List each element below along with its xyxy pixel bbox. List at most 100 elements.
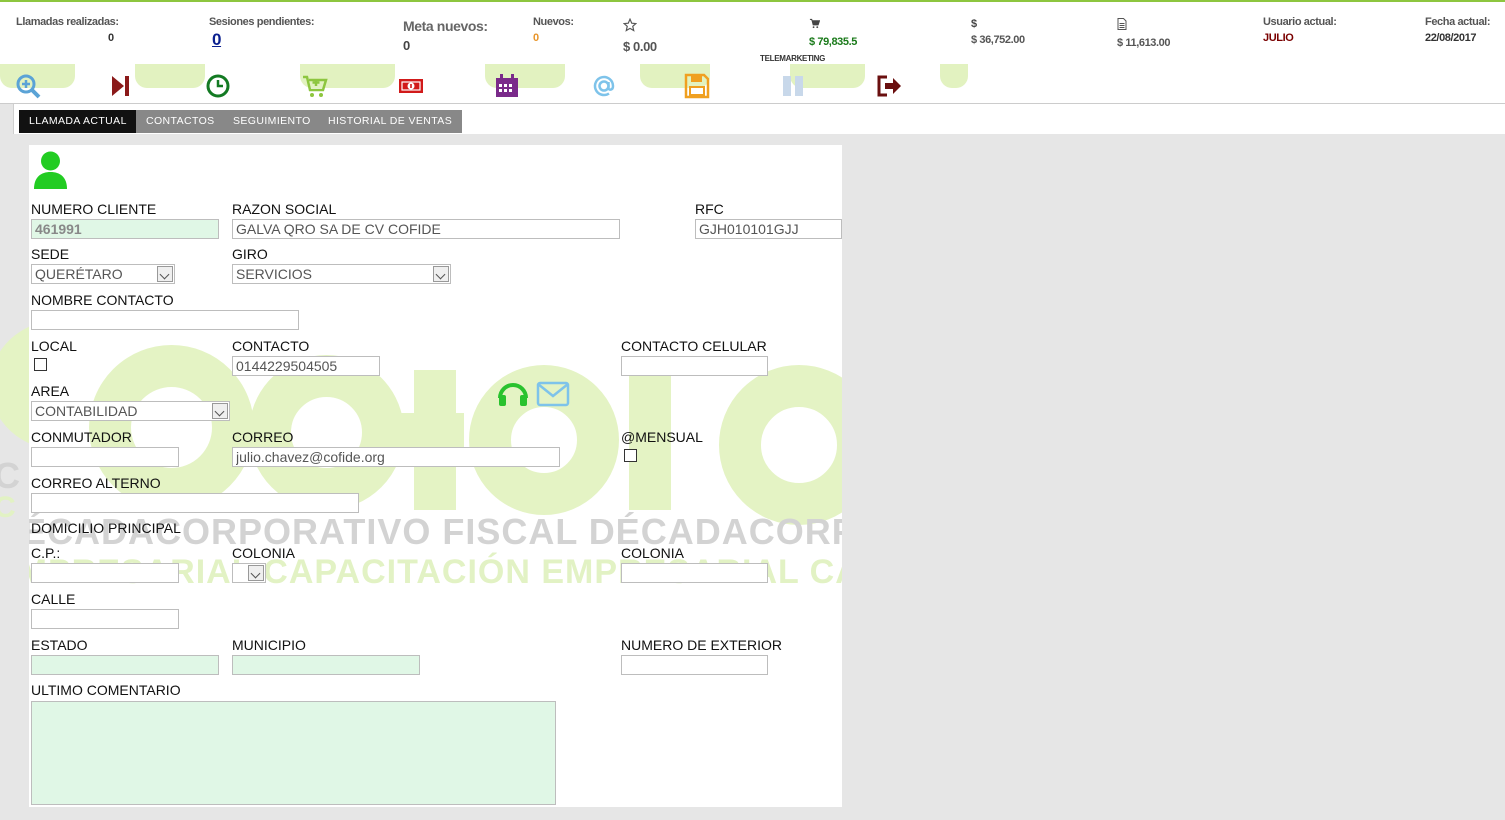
fecha-stat: Fecha actual: 22/08/2017	[1425, 16, 1491, 44]
llamadas-value: 0	[108, 32, 114, 44]
money-icon[interactable]	[398, 73, 424, 99]
doc-stat: $ 11,613.00	[1117, 18, 1171, 49]
area-label: AREA	[31, 383, 70, 399]
tab-historial-de-ventas[interactable]: HISTORIAL DE VENTAS	[318, 110, 463, 133]
ultimo-comentario-textarea[interactable]	[31, 701, 556, 805]
numero-cliente-label: NUMERO CLIENTE	[31, 201, 157, 217]
numero-cliente-field[interactable]	[31, 219, 219, 239]
estado-label: ESTADO	[31, 637, 88, 653]
meta-label: Meta nuevos:	[403, 18, 488, 34]
chevron-down-icon	[212, 403, 228, 419]
razon-social-field[interactable]	[232, 219, 620, 239]
contacto-celular-field[interactable]	[621, 356, 768, 376]
user-avatar-icon	[33, 149, 68, 189]
contacto-label: CONTACTO	[232, 338, 310, 354]
correo-field[interactable]	[232, 447, 560, 467]
skip-next-icon[interactable]	[107, 73, 133, 99]
dollar-icon: $	[971, 18, 977, 30]
llamadas-stat: Llamadas realizadas: 0	[16, 16, 119, 44]
colonia-alt-field[interactable]	[621, 563, 768, 583]
at-sign-icon[interactable]	[591, 73, 617, 99]
usuario-label: Usuario actual:	[1263, 16, 1337, 28]
area-selected-value: CONTABILIDAD	[35, 403, 138, 419]
estado-field[interactable]	[31, 655, 219, 675]
chevron-down-icon	[157, 266, 173, 282]
clock-icon[interactable]	[205, 73, 231, 99]
star-stat: $ 0.00	[622, 17, 657, 54]
razon-social-label: RAZON SOCIAL	[232, 201, 337, 217]
logout-icon[interactable]	[876, 73, 902, 99]
municipio-field[interactable]	[232, 655, 420, 675]
doc-value: $ 11,613.00	[1117, 37, 1171, 49]
watermark-letter	[384, 413, 464, 449]
giro-select[interactable]: SERVICIOS	[232, 264, 451, 284]
cart-stat: $ 79,835.5	[809, 18, 857, 48]
envelope-icon[interactable]	[536, 381, 570, 407]
ultimo-comentario-label: ULTIMO COMENTARIO	[31, 682, 181, 698]
nuevos-value: 0	[533, 32, 539, 44]
sede-selected-value: QUERÉTARO	[35, 266, 123, 282]
mensual-label: @MENSUAL	[621, 429, 703, 445]
watermark-fragment: C C	[0, 455, 20, 524]
sede-label: SEDE	[31, 246, 70, 262]
section-label: TELEMARKETING	[760, 54, 825, 63]
rfc-field[interactable]	[695, 219, 842, 239]
contacto-field[interactable]	[232, 356, 380, 376]
correo-label: CORREO	[232, 429, 294, 445]
area-select[interactable]: CONTABILIDAD	[31, 401, 230, 421]
usuario-stat: Usuario actual: JULIO	[1263, 16, 1337, 44]
mensual-checkbox[interactable]	[624, 449, 637, 462]
calendar-icon[interactable]	[494, 73, 520, 99]
correo-alterno-field[interactable]	[31, 493, 359, 513]
rfc-label: RFC	[695, 201, 724, 217]
watermark-letter	[719, 365, 842, 525]
add-cart-icon[interactable]	[302, 73, 328, 99]
dollar-stat: $ $ 36,752.00	[971, 18, 1025, 46]
tab-contactos[interactable]: CONTACTOS	[136, 110, 225, 133]
cp-field[interactable]	[31, 563, 179, 583]
save-icon[interactable]	[684, 73, 710, 99]
nombre-contacto-label: NOMBRE CONTACTO	[31, 292, 174, 308]
sede-select[interactable]: QUERÉTARO	[31, 264, 175, 284]
sesiones-stat: Sesiones pendientes: 0	[209, 16, 314, 50]
watermark-fragment	[0, 320, 29, 450]
search-zoom-icon[interactable]	[15, 73, 41, 99]
cart-icon	[809, 18, 857, 32]
star-icon	[622, 17, 657, 35]
meta-value: 0	[403, 38, 410, 53]
giro-label: GIRO	[232, 246, 268, 262]
domicilio-principal-label: DOMICILIO PRINCIPAL	[31, 520, 181, 536]
fecha-value: 22/08/2017	[1425, 32, 1477, 44]
conmutador-field[interactable]	[31, 447, 179, 467]
toolbar-watermark	[0, 64, 970, 88]
tab-strip: LLAMADA ACTUAL CONTACTOS SEGUIMIENTO HIS…	[13, 104, 1505, 134]
cart-value: $ 79,835.5	[809, 36, 857, 48]
cp-label: C.P.:	[31, 545, 61, 561]
pause-icon[interactable]	[780, 73, 806, 99]
giro-selected-value: SERVICIOS	[236, 266, 312, 282]
correo-alterno-label: CORREO ALTERNO	[31, 475, 161, 491]
tab-llamada-actual[interactable]: LLAMADA ACTUAL	[19, 110, 137, 133]
chevron-down-icon	[248, 565, 264, 581]
calle-label: CALLE	[31, 591, 76, 607]
local-label: LOCAL	[31, 338, 77, 354]
sesiones-label: Sesiones pendientes:	[209, 16, 315, 28]
nuevos-stat: Nuevos: 0	[533, 16, 574, 44]
calle-field[interactable]	[31, 609, 179, 629]
sesiones-link[interactable]: 0	[212, 30, 314, 50]
tab-seguimiento[interactable]: SEGUIMIENTO	[223, 110, 321, 133]
municipio-label: MUNICIPIO	[232, 637, 306, 653]
llamadas-label: Llamadas realizadas:	[16, 16, 119, 28]
colonia-select[interactable]	[232, 563, 266, 583]
dollar-value: $ 36,752.00	[971, 34, 1025, 46]
stats-bar: Llamadas realizadas: 0 Sesiones pendient…	[0, 0, 1505, 54]
usuario-value: JULIO	[1263, 32, 1294, 44]
numero-exterior-field[interactable]	[621, 655, 768, 675]
numero-exterior-label: NUMERO DE EXTERIOR	[621, 637, 783, 653]
nuevos-label: Nuevos:	[533, 16, 574, 28]
headset-call-icon[interactable]	[497, 378, 529, 408]
nombre-contacto-field[interactable]	[31, 310, 299, 330]
local-checkbox[interactable]	[34, 358, 47, 371]
form-panel: DÉCADACORPORATIVO FISCAL DÉCADACORPORATI…	[29, 145, 842, 807]
colonia-label: COLONIA	[232, 545, 296, 561]
